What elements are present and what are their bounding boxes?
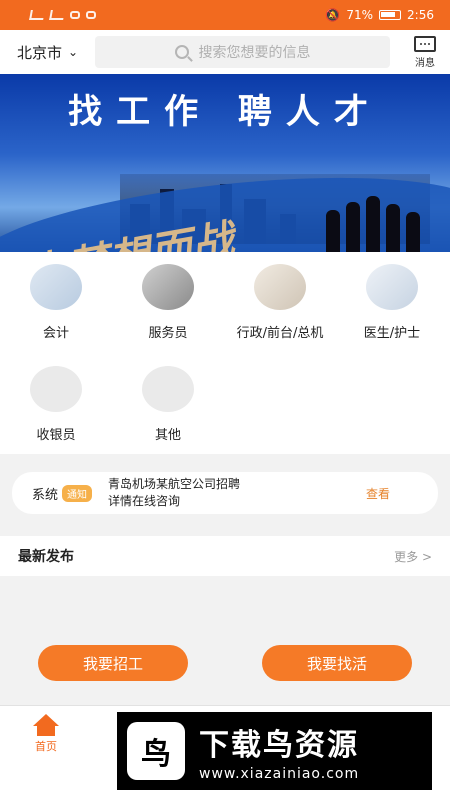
status-bar: 🔕 71% 2:56 [0,0,450,30]
search-icon [174,45,189,59]
search-input[interactable]: 搜索您想要的信息 [95,36,390,68]
category-label: 会计 [42,326,69,341]
category-label: 收银员 [36,428,76,443]
mute-icon: 🔕 [325,8,341,22]
status-left [29,10,96,20]
notice-system-label: 系统 [32,487,59,503]
doctor-icon [366,264,418,310]
category-label: 医生/护士 [363,326,421,341]
battery-icon [379,10,402,20]
latest-title: 最新发布 [18,549,74,565]
city-label: 北京市 [16,43,62,62]
category-other[interactable]: 其他 [112,354,224,444]
category-reception[interactable]: 行政/前台/总机 [224,252,336,342]
notice-text: 青岛机场某航空公司招聘 详情在线咨询 [108,476,348,510]
watermark-title: 下载鸟资源 [199,728,359,763]
search-placeholder: 搜索您想要的信息 [198,45,311,61]
category-accounting[interactable]: 会计 [0,252,112,342]
waiter-icon [142,264,194,310]
more-link[interactable]: 更多 > [394,548,432,565]
banner-title: 找工作 聘人才 [68,92,382,132]
wifi-icon [70,11,80,19]
more-icon [142,366,194,412]
watermark-text: 下载鸟资源 www.xiazainiao.com [199,720,359,782]
notice-line2: 详情在线咨询 [108,494,181,508]
banner[interactable]: 找工作 聘人才 为梦想而战 [0,74,450,252]
status-right: 🔕 71% 2:56 [325,8,434,22]
category-label: 其他 [154,428,181,443]
signal-icon [29,10,45,20]
cashier-icon [30,366,82,412]
bird-logo-icon: 鸟 [127,722,185,780]
signal-icon [49,10,65,20]
message-icon [414,35,436,52]
calculator-icon [30,264,82,310]
nav-home[interactable]: 首页 [26,714,66,754]
clock: 2:56 [407,8,434,22]
battery-percent: 71% [346,8,374,22]
watermark-url: www.xiazainiao.com [199,766,360,782]
notice-badge: 通知 [62,484,93,502]
category-doctor[interactable]: 医生/护士 [336,252,448,342]
chevron-down-icon: ⌄ [67,45,79,59]
business-people-image [326,196,420,252]
reception-icon [254,264,306,310]
home-icon [33,714,59,736]
category-cashier[interactable]: 收银员 [0,354,112,444]
notice-line1: 青岛机场某航空公司招聘 [108,477,241,491]
chat-icon [86,11,96,19]
category-grid: 会计 服务员 行政/前台/总机 医生/护士 收银员 其他 [0,252,450,454]
category-label: 行政/前台/总机 [236,326,324,341]
message-label: 消息 [415,57,435,69]
hire-button[interactable]: 我要招工 [38,645,188,681]
nav-home-label: 首页 [35,740,57,753]
message-button[interactable]: 消息 [400,35,450,69]
watermark: 鸟 下载鸟资源 www.xiazainiao.com [117,712,432,790]
notice-bar[interactable]: 系统 通知 青岛机场某航空公司招聘 详情在线咨询 查看 [12,472,438,514]
category-label: 服务员 [148,326,188,341]
notice-view-link[interactable]: 查看 [366,485,390,502]
category-waiter[interactable]: 服务员 [112,252,224,342]
header: 北京市 ⌄ 搜索您想要的信息 消息 [0,30,450,74]
city-selector[interactable]: 北京市 ⌄ [0,42,95,63]
latest-section-header: 最新发布 更多 > [0,536,450,576]
find-job-button[interactable]: 我要找活 [262,645,412,681]
